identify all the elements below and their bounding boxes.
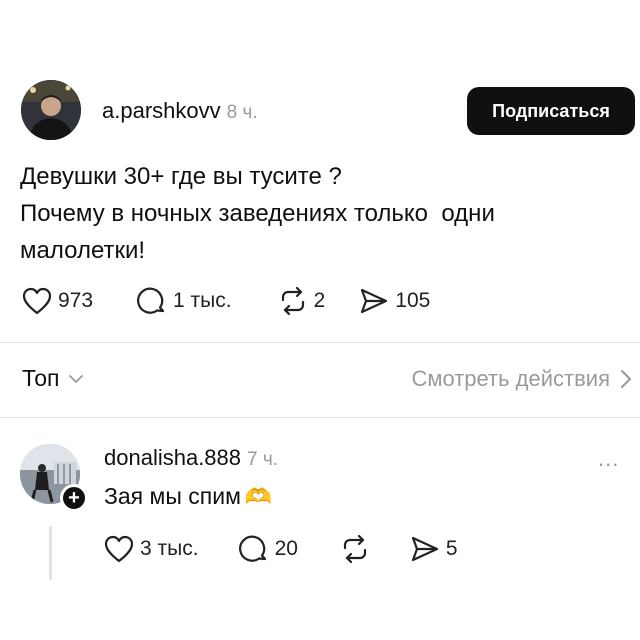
heart-hands-icon: 🫶 <box>244 483 273 509</box>
speech-bubble-icon <box>238 535 266 562</box>
post-text-line: малолетки! <box>20 237 146 264</box>
sort-dropdown[interactable]: Топ <box>22 365 84 392</box>
repost-arrows-icon <box>281 287 304 315</box>
heart-icon <box>22 287 52 315</box>
reply-comment-button[interactable]: 20 <box>238 534 298 564</box>
post-repost-button[interactable]: 2 <box>278 287 326 315</box>
reply-comment-count: 20 <box>274 537 298 560</box>
post-time: 8 ч. <box>226 102 258 123</box>
paper-plane-icon <box>361 288 388 314</box>
thread-line <box>49 526 52 580</box>
sort-label: Топ <box>22 365 60 391</box>
post-repost-count: 2 <box>313 289 326 312</box>
reply-text: Зая мы спим 🫶 <box>104 483 272 510</box>
heart-icon <box>104 535 134 563</box>
author-avatar[interactable] <box>21 80 81 140</box>
reply-author-name[interactable]: donalisha.888 <box>104 445 241 471</box>
chevron-down-icon <box>68 374 83 383</box>
author-avatar-photo <box>21 80 81 140</box>
divider <box>0 417 640 418</box>
post-share-button[interactable]: 105 <box>359 287 430 315</box>
follow-button[interactable]: Подписаться <box>467 87 635 135</box>
reply-time: 7 ч. <box>247 449 279 470</box>
post-share-count: 105 <box>395 289 431 312</box>
speech-bubble-icon <box>137 287 165 314</box>
reply-repost-button[interactable] <box>340 535 370 563</box>
more-options-button[interactable]: ... <box>598 446 619 472</box>
view-activity-label: Смотреть действия <box>411 366 610 391</box>
divider <box>0 342 640 343</box>
post-comment-button[interactable]: 1 тыс. <box>137 286 232 316</box>
reply-text-content: Зая мы спим <box>104 483 241 509</box>
plus-icon: + <box>68 487 80 509</box>
post-author-row: a.parshkovv 8 ч. <box>102 98 258 124</box>
post-text-line: Почему в ночных заведениях только одни <box>20 200 495 227</box>
post-text: Девушки 30+ где вы тусите ? Почему в ноч… <box>20 158 620 269</box>
reply-share-count: 5 <box>445 537 458 560</box>
reply-like-button[interactable]: 3 тыс. <box>104 535 199 563</box>
reply-actions: 3 тыс. 20 5 <box>104 534 458 564</box>
post-like-button[interactable]: 973 <box>22 287 93 315</box>
reply-share-button[interactable]: 5 <box>410 535 458 563</box>
post-author-name[interactable]: a.parshkovv <box>102 98 221 124</box>
chevron-right-icon <box>621 370 631 388</box>
paper-plane-icon <box>411 536 439 562</box>
post-text-line: Девушки 30+ где вы тусите ? <box>20 163 342 190</box>
reply-author-row: donalisha.888 7 ч. <box>104 445 278 471</box>
post-like-count: 973 <box>58 289 94 312</box>
post-actions: 973 1 тыс. 2 105 <box>22 286 430 316</box>
view-activity-link[interactable]: Смотреть действия <box>411 366 632 392</box>
repost-arrows-icon <box>343 535 367 563</box>
post-comment-count: 1 тыс. <box>173 289 232 312</box>
follow-plus-button[interactable]: + <box>60 484 88 512</box>
reply-like-count: 3 тыс. <box>140 537 199 560</box>
